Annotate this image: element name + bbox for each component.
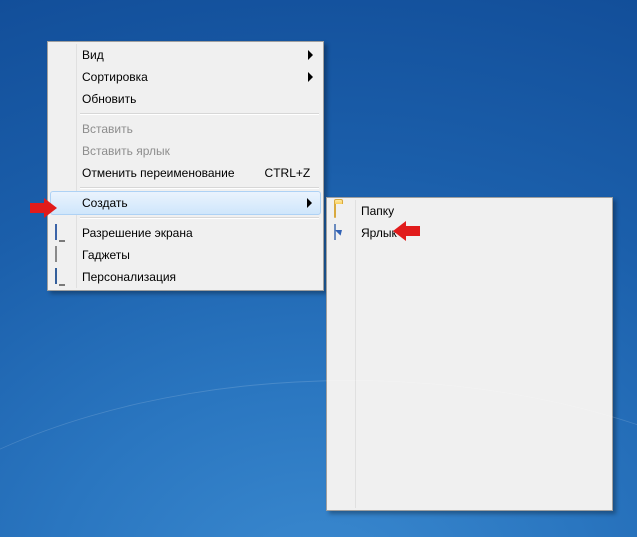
menu-item-label: Вставить (82, 122, 301, 136)
menu-separator (80, 187, 319, 189)
menu-item-label: Вставить ярлык (82, 144, 301, 158)
personal-icon (55, 269, 71, 285)
menu-item-undo-rename[interactable]: Отменить переименование CTRL+Z (50, 162, 321, 184)
desktop-background[interactable]: Вид Сортировка Обновить Вставить Вставит… (0, 0, 637, 537)
menu-item-new[interactable]: Создать (50, 191, 321, 215)
menu-item-paste-shortcut: Вставить ярлык (50, 140, 321, 162)
submenu-item-shortcut[interactable]: Ярлык (329, 222, 610, 244)
desktop-context-menu: Вид Сортировка Обновить Вставить Вставит… (47, 41, 324, 291)
menu-item-resolution[interactable]: Разрешение экрана (50, 222, 321, 244)
chevron-right-icon (307, 198, 312, 208)
chevron-right-icon (308, 50, 313, 60)
menu-item-label: Гаджеты (82, 248, 301, 262)
menu-item-gadgets[interactable]: Гаджеты (50, 244, 321, 266)
submenu-item-folder[interactable]: Папку (329, 200, 610, 222)
menu-item-label: Обновить (82, 92, 301, 106)
new-submenu: Папку Ярлык (326, 197, 613, 511)
shortcut-icon (334, 225, 350, 241)
menu-separator (80, 113, 319, 115)
menu-item-label: Вид (82, 48, 301, 62)
menu-item-label: Создать (82, 196, 301, 210)
menu-item-label: Папку (361, 204, 590, 218)
gadgets-icon (55, 247, 71, 263)
folder-icon (334, 203, 350, 219)
menu-item-view[interactable]: Вид (50, 44, 321, 66)
menu-item-label: Разрешение экрана (82, 226, 301, 240)
menu-item-personalize[interactable]: Персонализация (50, 266, 321, 288)
menu-item-shortcut: CTRL+Z (265, 166, 311, 180)
menu-item-refresh[interactable]: Обновить (50, 88, 321, 110)
menu-item-label: Сортировка (82, 70, 301, 84)
chevron-right-icon (308, 72, 313, 82)
menu-item-label: Персонализация (82, 270, 301, 284)
menu-item-sort[interactable]: Сортировка (50, 66, 321, 88)
menu-icon-gutter (329, 200, 356, 508)
display-icon (55, 225, 71, 241)
menu-item-paste: Вставить (50, 118, 321, 140)
menu-item-label: Отменить переименование (82, 166, 235, 180)
menu-separator (80, 217, 319, 219)
